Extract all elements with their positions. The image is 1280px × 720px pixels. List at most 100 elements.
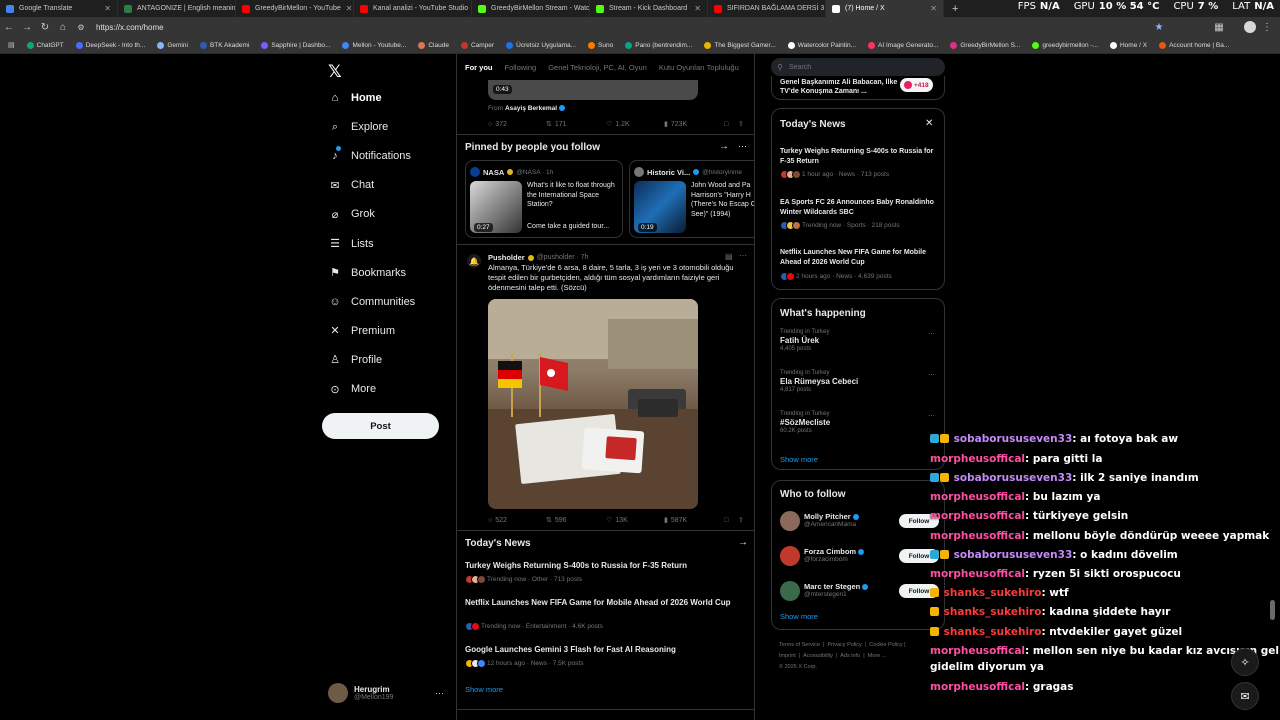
search-input[interactable]: ⚲ Search — [771, 58, 945, 76]
nav-item-notifications[interactable]: ♪ Notifications — [328, 149, 411, 163]
arrow-right-icon[interactable]: → — [719, 141, 729, 152]
live-item-box[interactable]: Genel Başkanımız Ali Babacan, İlke TV'de… — [771, 76, 945, 100]
chat-username[interactable]: morpheusoffical — [930, 510, 1025, 522]
bookmark-item[interactable]: greedybirmellon -... — [1032, 41, 1098, 49]
nav-item-more[interactable]: ⊙ More — [328, 382, 376, 396]
browser-tab[interactable]: Google Translate ✕ — [0, 0, 118, 17]
chat-username[interactable]: shanks_sukehiro — [944, 606, 1042, 618]
bookmark-item[interactable]: Camper — [460, 41, 494, 49]
bookmark-item[interactable]: Mellon - Youtube... — [342, 41, 406, 49]
share-icon[interactable]: ⇧ — [738, 120, 744, 128]
close-tab-icon[interactable]: ✕ — [694, 4, 701, 13]
nav-item-explore[interactable]: ⌕ Explore — [328, 120, 388, 134]
news-item[interactable]: Netflix Launches New FIFA Game for Mobil… — [780, 248, 938, 267]
grok-fab[interactable]: ✧ — [1231, 648, 1259, 676]
chat-username[interactable]: shanks_sukehiro — [944, 626, 1042, 638]
feed-news-item[interactable]: Netflix Launches New FIFA Game for Mobil… — [465, 598, 745, 608]
more-dots-icon[interactable]: ⋯ — [738, 141, 747, 152]
suggested-user[interactable]: Marc ter Stegen @mterstegen1 — [804, 582, 869, 598]
news-item[interactable]: Turkey Weighs Returning S-400s to Russia… — [780, 147, 938, 166]
bookmark-icon[interactable]: □ — [724, 517, 738, 524]
pinned-card-history[interactable]: Historic Vi... @historyinme 0:19 John Wo… — [629, 160, 754, 238]
repost-button[interactable]: ⇅ 171 — [546, 120, 606, 129]
profile-avatar[interactable] — [1244, 21, 1256, 33]
tab-genel-teknoloji-pc-ai-oyun[interactable]: Genel Teknoloji, PC, AI, Oyun — [548, 63, 647, 72]
site-info-icon[interactable]: ⚙ — [72, 23, 90, 32]
like-button[interactable]: ♡ 1.2K — [606, 120, 664, 129]
bookmark-item[interactable]: Pano (bentrendim... — [625, 41, 692, 49]
video-thumbnail[interactable] — [488, 80, 698, 100]
more-dots-icon[interactable]: ⋯ — [928, 330, 935, 338]
browser-tab[interactable]: SIFIRDAN BAĞLAMA DERSİ 3 (EN✕ — [708, 0, 826, 17]
nav-item-lists[interactable]: ☰ Lists — [328, 237, 374, 251]
more-dots-icon[interactable]: ⋯ — [928, 412, 935, 420]
account-switcher[interactable]: Herugrim @Mellon199 ⋯ — [328, 682, 448, 704]
tab-following[interactable]: Following — [505, 63, 537, 72]
apps-icon[interactable]: ▤ — [8, 41, 15, 49]
show-more-link[interactable]: Show more — [780, 612, 818, 621]
reply-button[interactable]: ○ 372 — [488, 121, 546, 128]
bookmark-item[interactable]: ChatGPT — [26, 41, 64, 49]
bookmark-item[interactable]: DeepSeek - Into th... — [75, 41, 145, 49]
browser-tab[interactable]: Stream - Kick Dashboard ✕ — [590, 0, 708, 17]
post-author[interactable]: Pusholder — [488, 253, 525, 262]
suggested-user[interactable]: Forza Cimbom @forzacimbom — [804, 547, 865, 563]
back-icon[interactable]: ← — [0, 22, 18, 33]
nav-item-profile[interactable]: ♙ Profile — [328, 353, 382, 367]
browser-tab[interactable]: ANTAGONIZE | English meaning -✕ — [118, 0, 236, 17]
bookmark-item[interactable]: Account home | Ba... — [1159, 41, 1229, 49]
post-button[interactable]: Post — [322, 413, 439, 439]
footer-more[interactable]: More ... — [868, 653, 887, 659]
nav-item-bookmarks[interactable]: ⚑ Bookmarks — [328, 266, 406, 280]
tab-kutu-oyunlar-toplulu-u[interactable]: Kutu Oyunları Topluluğu — [659, 63, 739, 72]
messages-fab[interactable]: ✉ — [1231, 682, 1259, 710]
chat-username[interactable]: sobaborususeven33 — [954, 472, 1073, 484]
bookmark-item[interactable]: Home / X — [1109, 41, 1147, 49]
pinned-card-nasa[interactable]: NASA @NASA · 1h 0:27 What's it like to f… — [465, 160, 623, 238]
chat-username[interactable]: morpheusoffical — [930, 491, 1025, 503]
more-dots-icon[interactable]: ⋯ — [435, 688, 444, 699]
chat-username[interactable]: sobaborususeven33 — [954, 433, 1073, 445]
bookmark-item[interactable]: The Biggest Gamer... — [704, 41, 776, 49]
feed-news-item[interactable]: Turkey Weighs Returning S-400s to Russia… — [465, 561, 745, 571]
footer-imprint[interactable]: Imprint — [779, 653, 796, 659]
avatar[interactable] — [780, 546, 800, 566]
new-tab-icon[interactable]: + — [944, 3, 966, 15]
star-icon[interactable]: ★ — [1150, 22, 1168, 33]
trend-item[interactable]: Trending in Turkey #SözMecliste 60.2K post… — [780, 411, 830, 434]
bookmark-item[interactable]: Sapphire | Dashbo... — [261, 41, 330, 49]
footer-terms[interactable]: Terms of Service — [779, 642, 820, 648]
bookmark-item[interactable]: Watercolor Paintin... — [787, 41, 856, 49]
trend-item[interactable]: Trending in Turkey Ela Rümeysa Cebeci 4,81… — [780, 370, 858, 393]
nav-item-chat[interactable]: ✉ Chat — [328, 178, 374, 192]
show-more-link[interactable]: Show more — [465, 685, 503, 694]
chat-username[interactable]: morpheusoffical — [930, 568, 1025, 580]
chat-username[interactable]: morpheusoffical — [930, 530, 1025, 542]
close-tab-icon[interactable]: ✕ — [104, 4, 111, 13]
bookmark-item[interactable]: Gemini — [157, 41, 188, 49]
reply-button[interactable]: ○ 522 — [488, 517, 546, 524]
url-field[interactable]: https://x.com/home — [96, 23, 164, 32]
from-attribution[interactable]: From Asayiş Berkemal — [488, 105, 565, 112]
tab-for-you[interactable]: For you — [465, 63, 493, 72]
bookmark-item[interactable]: Suno — [588, 41, 613, 49]
news-item[interactable]: EA Sports FC 26 Announces Baby Ronaldinh… — [780, 198, 938, 217]
repost-button[interactable]: ⇅ 596 — [546, 516, 606, 525]
chat-username[interactable]: morpheusoffical — [930, 681, 1025, 693]
bookmark-item[interactable]: AI Image Generato... — [868, 41, 938, 49]
grok-icon[interactable]: ▤ — [725, 252, 733, 261]
footer-ads-info[interactable]: Ads info — [840, 653, 860, 659]
feed-news-item[interactable]: Google Launches Gemini 3 Flash for Fast … — [465, 645, 745, 655]
pusholder-avatar[interactable]: 🔔 — [467, 254, 481, 268]
browser-tab[interactable]: Kanal analizi - YouTube Studio✕ — [354, 0, 472, 17]
menu-icon[interactable]: ⋮ — [1258, 22, 1276, 33]
browser-tab[interactable]: GreedyBirMellon - YouTube ✕ — [236, 0, 354, 17]
avatar[interactable] — [780, 511, 800, 531]
like-button[interactable]: ♡ 13K — [606, 516, 664, 525]
close-tab-icon[interactable]: ✕ — [346, 4, 353, 13]
reload-icon[interactable]: ↻ — [36, 22, 54, 33]
browser-tab[interactable]: (7) Home / X ✕ — [826, 0, 944, 17]
from-name[interactable]: Asayiş Berkemal — [505, 105, 557, 112]
scrollbar[interactable] — [1270, 600, 1275, 620]
views-button[interactable]: ▮ 587K — [664, 516, 724, 525]
